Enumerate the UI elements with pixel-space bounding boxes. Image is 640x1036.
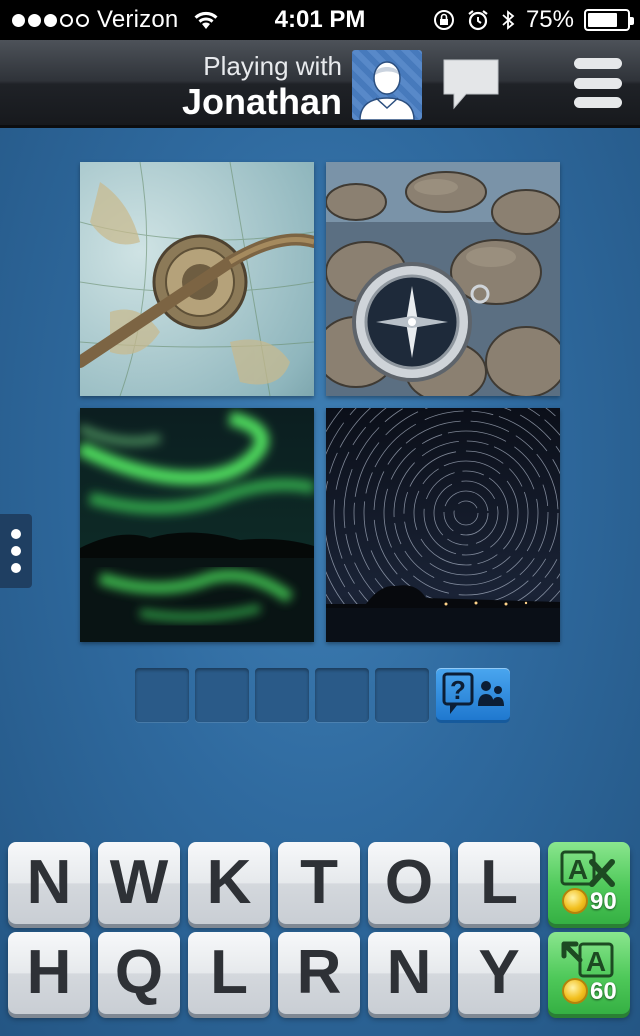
battery-icon [584,9,634,31]
svg-text:A: A [586,946,606,977]
menu-bar [574,58,622,69]
svg-text:A: A [568,854,588,885]
remove-letters-icon: A [560,850,615,887]
remove-letters-button[interactable]: A 90 [548,842,630,924]
picture-aurora[interactable] [80,408,314,642]
opponent-name: Jonathan [181,81,342,122]
menu-bar [574,77,622,89]
answer-slot[interactable] [375,668,429,722]
remove-letters-cost: 90 [590,888,617,915]
reveal-letter-cost: 60 [590,978,617,1005]
letter-key[interactable]: W [98,842,180,924]
letter-key[interactable]: Q [98,932,180,1014]
letter-key[interactable]: Y [458,932,540,1014]
reveal-letter-icon: A [561,941,614,978]
letter-key[interactable]: H [8,932,90,1014]
person-silhouette-icon [359,61,415,120]
letter-key[interactable]: N [368,932,450,1014]
answer-slot[interactable] [255,668,309,722]
picture-star-trails[interactable] [326,408,560,642]
svg-text:?: ? [450,675,466,705]
letter-key[interactable]: L [458,842,540,924]
chat-button[interactable] [440,56,502,112]
ask-friends-button[interactable]: ? [436,668,510,720]
carrier-name: Verizon [97,6,179,33]
status-right: 75% [432,0,634,40]
answer-slot[interactable] [135,668,189,722]
side-drawer-handle[interactable] [0,514,32,588]
status-bar: Verizon 4:01 PM 75% [0,0,640,40]
battery-fill [588,13,617,27]
answer-slot[interactable] [315,668,369,722]
orientation-lock-icon [433,10,454,30]
alarm-icon [468,10,488,31]
menu-button[interactable] [574,56,622,110]
letter-key[interactable]: L [188,932,270,1014]
star-trails-image [326,408,560,642]
letter-key[interactable]: R [278,932,360,1014]
compass-rocks-image [326,162,560,396]
reveal-letter-button[interactable]: A 60 [548,932,630,1014]
coin-icon [562,978,588,1004]
opponent-avatar[interactable] [352,50,422,120]
letter-key[interactable]: O [368,842,450,924]
signal-strength-icon [12,13,89,27]
letter-key[interactable]: T [278,842,360,924]
battery-percent: 75% [525,6,574,33]
playing-with-label: Playing with [203,51,342,81]
aurora-image [80,408,314,642]
answer-slot[interactable] [195,668,249,722]
letter-key[interactable]: K [188,842,270,924]
globe-compass-image [80,162,314,396]
wifi-icon [194,11,218,29]
bluetooth-icon [502,10,515,30]
status-left: Verizon [12,0,220,40]
coin-icon [562,888,588,914]
picture-compass-rocks[interactable] [326,162,560,396]
menu-bar [574,97,622,108]
opponent-info: Playing with Jonathan [182,50,342,120]
picture-globe-compass[interactable] [80,162,314,396]
game-header: Playing with Jonathan [0,40,640,128]
ask-friends-icon: ? [442,672,504,714]
letter-key[interactable]: N [8,842,90,924]
